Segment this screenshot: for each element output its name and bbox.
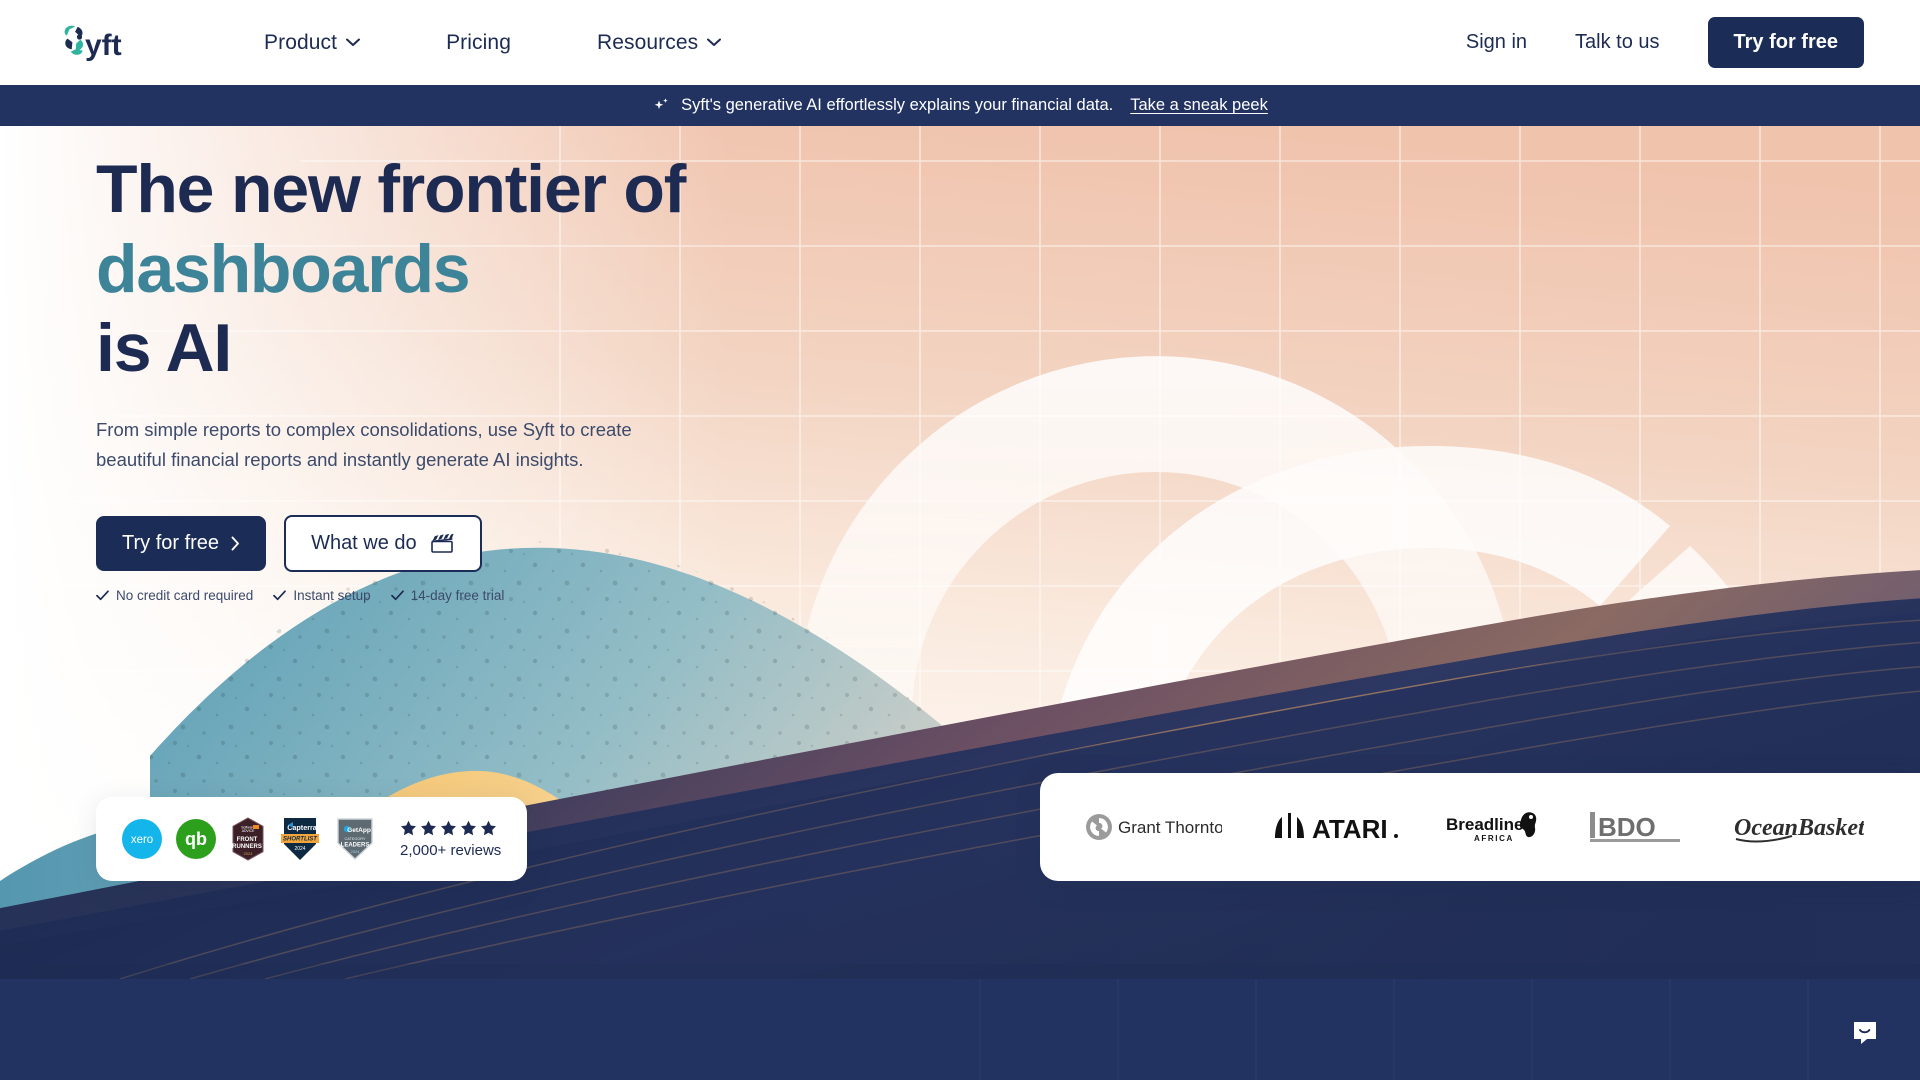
svg-text:RUNNERS: RUNNERS	[232, 844, 262, 850]
svg-text:AFRICA: AFRICA	[1474, 834, 1514, 843]
tick-instant-setup: Instant setup	[273, 587, 371, 603]
svg-text:xero: xero	[131, 834, 153, 846]
svg-text:BDO: BDO	[1598, 812, 1656, 842]
svg-text:2024: 2024	[294, 846, 305, 852]
sign-in-link[interactable]: Sign in	[1466, 31, 1527, 54]
svg-text:Basket: Basket	[1797, 815, 1864, 841]
top-navigation-bar: yft Product Pricing Resources Sign in Ta…	[0, 0, 1920, 85]
chevron-down-icon	[346, 38, 361, 46]
announcement-banner[interactable]: Syft's generative AI effortlessly explai…	[0, 85, 1920, 126]
client-logo-bdo: BDO	[1590, 810, 1686, 844]
svg-text:FRONT: FRONT	[237, 837, 258, 843]
landing-page: yft Product Pricing Resources Sign in Ta…	[0, 0, 1920, 1080]
capterra-shortlist-badge: Capterra SHORTLIST 2024	[281, 818, 319, 860]
hero-subheading: From simple reports to complex consolida…	[96, 418, 632, 470]
star-icon	[401, 820, 416, 835]
check-icon	[390, 590, 404, 600]
chevron-right-icon	[231, 536, 240, 551]
check-icon	[96, 590, 109, 600]
tick-label: Instant setup	[293, 587, 371, 603]
svg-text:2024: 2024	[351, 849, 361, 854]
hero-try-for-free-button[interactable]: Try for free	[96, 515, 267, 571]
client-logo-breadline-africa: Breadline AFRICA	[1446, 808, 1544, 846]
star-icon	[461, 820, 476, 835]
client-logo-ocean-basket: Ocean Basket	[1732, 810, 1864, 844]
quickbooks-logo-badge: qb	[176, 819, 216, 859]
headline-line-3: is AI	[96, 310, 232, 387]
chevron-down-icon	[707, 38, 722, 46]
syft-logo-icon: yft	[64, 25, 122, 62]
nav-item-resources[interactable]: Resources	[596, 30, 722, 55]
svg-text:SHORTLIST: SHORTLIST	[283, 837, 318, 843]
page-title: The new frontier of dashboards is AI	[96, 150, 956, 389]
star-icon	[441, 820, 456, 835]
software-advice-front-runners-badge: Software ADVICE FRONT RUNNERS 2024	[232, 817, 264, 861]
svg-text:2024: 2024	[244, 851, 254, 856]
sparkle-icon	[654, 97, 668, 109]
hero-try-for-free-label: Try for free	[122, 531, 220, 554]
tick-no-credit-card: No credit card required	[96, 588, 253, 603]
svg-text:LEADERS: LEADERS	[341, 843, 370, 849]
svg-text:Breadline: Breadline	[1446, 815, 1523, 834]
hero-cta-row: Try for free What we do	[96, 514, 956, 572]
nav-item-pricing[interactable]: Pricing	[446, 31, 511, 55]
what-we-do-label: What we do	[311, 531, 417, 554]
star-icon	[421, 820, 436, 835]
headline-line-2: dashboards	[96, 230, 471, 307]
talk-to-us-link[interactable]: Talk to us	[1575, 31, 1659, 54]
grant-thornton-icon: Grant Thornton	[1086, 814, 1222, 840]
tick-free-trial: 14-day free trial	[390, 587, 505, 603]
bdo-icon: BDO	[1590, 812, 1680, 842]
xero-icon: xero	[131, 834, 153, 846]
svg-text:Grant Thornton: Grant Thornton	[1118, 818, 1222, 837]
syft-logo[interactable]: yft	[58, 22, 124, 64]
chat-bubble-icon	[1854, 1022, 1876, 1044]
check-icon	[273, 590, 287, 600]
svg-text:yft: yft	[85, 29, 122, 62]
clapperboard-icon	[430, 533, 454, 553]
rating-block: 2,000+ reviews	[400, 820, 501, 859]
svg-text:GetApp: GetApp	[347, 827, 371, 834]
nav-item-resources-label: Resources	[596, 30, 699, 54]
svg-text:ATARI: ATARI	[1312, 814, 1388, 844]
client-logos-card: Grant Thornton ATARI Breadline AFRICA BD…	[1040, 773, 1920, 881]
primary-nav-links: Product Pricing Resources	[264, 30, 722, 55]
hero-feature-ticks: No credit card required Instant setup 14…	[96, 588, 956, 603]
reviews-count-label: 2,000+ reviews	[400, 841, 502, 859]
svg-text:CATEGORY: CATEGORY	[345, 837, 366, 841]
nav-item-product-label: Product	[264, 30, 338, 54]
star-rating	[400, 820, 501, 837]
announcement-link[interactable]: Take a sneak peek	[1130, 96, 1268, 115]
announcement-text: Syft's generative AI effortlessly explai…	[681, 96, 1114, 114]
star-icon	[481, 820, 496, 835]
tick-label: No credit card required	[116, 587, 254, 603]
below-fold-strip	[0, 979, 1920, 1080]
nav-try-for-free-button[interactable]: Try for free	[1707, 17, 1864, 68]
footer-grid	[979, 979, 1809, 1080]
hero-section: The new frontier of dashboards is AI Fro…	[0, 126, 1920, 979]
nav-item-pricing-label: Pricing	[446, 30, 511, 54]
ocean-basket-icon: Ocean Basket	[1734, 815, 1864, 843]
atari-icon: ATARI	[1275, 813, 1398, 844]
chat-widget-button[interactable]	[1834, 1002, 1896, 1064]
headline-line-1: The new frontier of	[96, 151, 686, 227]
svg-text:ADVICE: ADVICE	[242, 829, 255, 833]
tick-label: 14-day free trial	[410, 587, 505, 603]
client-logo-grant-thornton: Grant Thornton	[1084, 811, 1222, 843]
getapp-category-leaders-badge: GetApp CATEGORY LEADERS 2024	[337, 818, 373, 860]
breadline-africa-icon: Breadline AFRICA	[1446, 812, 1537, 843]
nav-actions: Sign in Talk to us Try for free	[1466, 17, 1864, 68]
xero-logo-badge: xero	[122, 819, 162, 859]
quickbooks-icon: qb	[185, 829, 207, 849]
hero-content: The new frontier of dashboards is AI Fro…	[96, 150, 956, 603]
nav-item-product[interactable]: Product	[264, 30, 361, 55]
reviews-card: xero qb Software ADVICE FRONT RUNNERS 20…	[96, 797, 528, 881]
client-logo-atari: ATARI	[1268, 810, 1400, 844]
svg-text:qb: qb	[185, 829, 207, 849]
what-we-do-button[interactable]: What we do	[284, 514, 482, 572]
